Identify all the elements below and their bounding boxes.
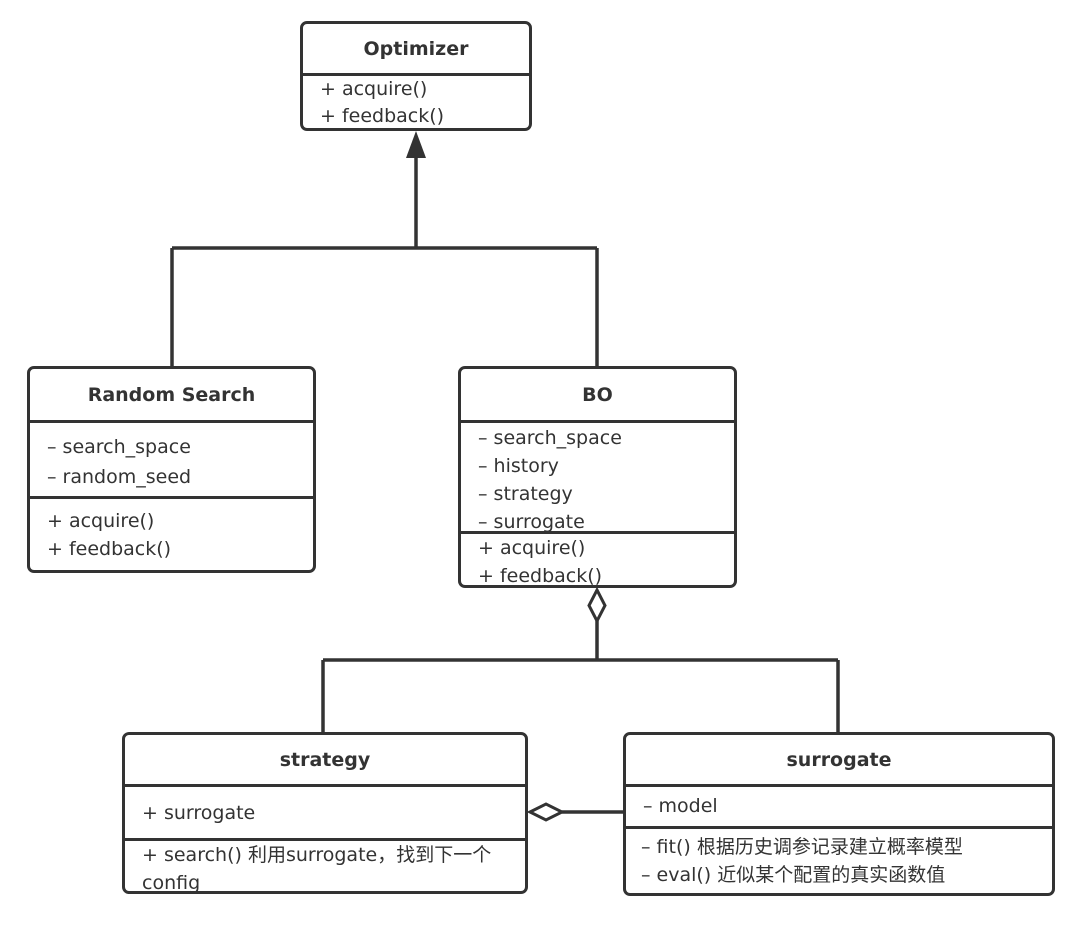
methods-section: + acquire() + feedback() [30,499,313,563]
class-strategy[interactable]: strategy + surrogate + search() 利用surrog… [122,732,528,894]
class-name: strategy [125,735,525,787]
class-name: Random Search [30,369,313,423]
method: + acquire() [478,537,586,559]
inheritance-arrow-icon [406,131,426,158]
methods-section: + search() 利用surrogate，找到下一个config [125,841,525,894]
aggregation-diamond-icon [587,586,607,625]
method: + search() 利用surrogate，找到下一个config [142,844,492,894]
attribute: – history [478,455,559,477]
methods-section: + acquire() + feedback() [303,76,529,128]
methods-section: – fit() 根据历史调参记录建立概率模型 – eval() 近似某个配置的真… [626,829,1052,889]
attributes-section: – search_space – random_seed [30,423,313,499]
class-optimizer[interactable]: Optimizer + acquire() + feedback() [300,21,532,131]
class-random-search[interactable]: Random Search – search_space – random_se… [27,366,316,573]
methods-section: + acquire() + feedback() [461,534,734,587]
method: + feedback() [478,565,603,587]
attribute: – surrogate [478,511,585,533]
class-surrogate[interactable]: surrogate – model – fit() 根据历史调参记录建立概率模型… [623,732,1055,896]
attribute: – random_seed [47,466,192,488]
aggregation-connector-bo [321,621,840,732]
class-name: surrogate [626,735,1052,787]
attributes-section: – search_space – history – strategy – su… [461,423,734,534]
generalization-connector [170,152,599,366]
method: – fit() 根据历史调参记录建立概率模型 [641,836,963,858]
aggregation-diamond-icon [526,802,566,822]
attribute: – model [643,795,718,817]
attribute: + surrogate [142,802,256,824]
attribute: – search_space [47,436,191,458]
method: + feedback() [320,105,445,127]
class-name: Optimizer [303,24,529,76]
attribute: – strategy [478,483,573,505]
method: + acquire() [47,510,155,532]
method: + acquire() [320,78,428,100]
attributes-section: + surrogate [125,787,525,841]
attribute: – search_space [478,427,622,449]
class-name: BO [461,369,734,423]
attributes-section: – model [626,787,1052,829]
method: + feedback() [47,538,172,560]
class-bo[interactable]: BO – search_space – history – strategy –… [458,366,737,588]
method: – eval() 近似某个配置的真实函数值 [641,864,946,886]
